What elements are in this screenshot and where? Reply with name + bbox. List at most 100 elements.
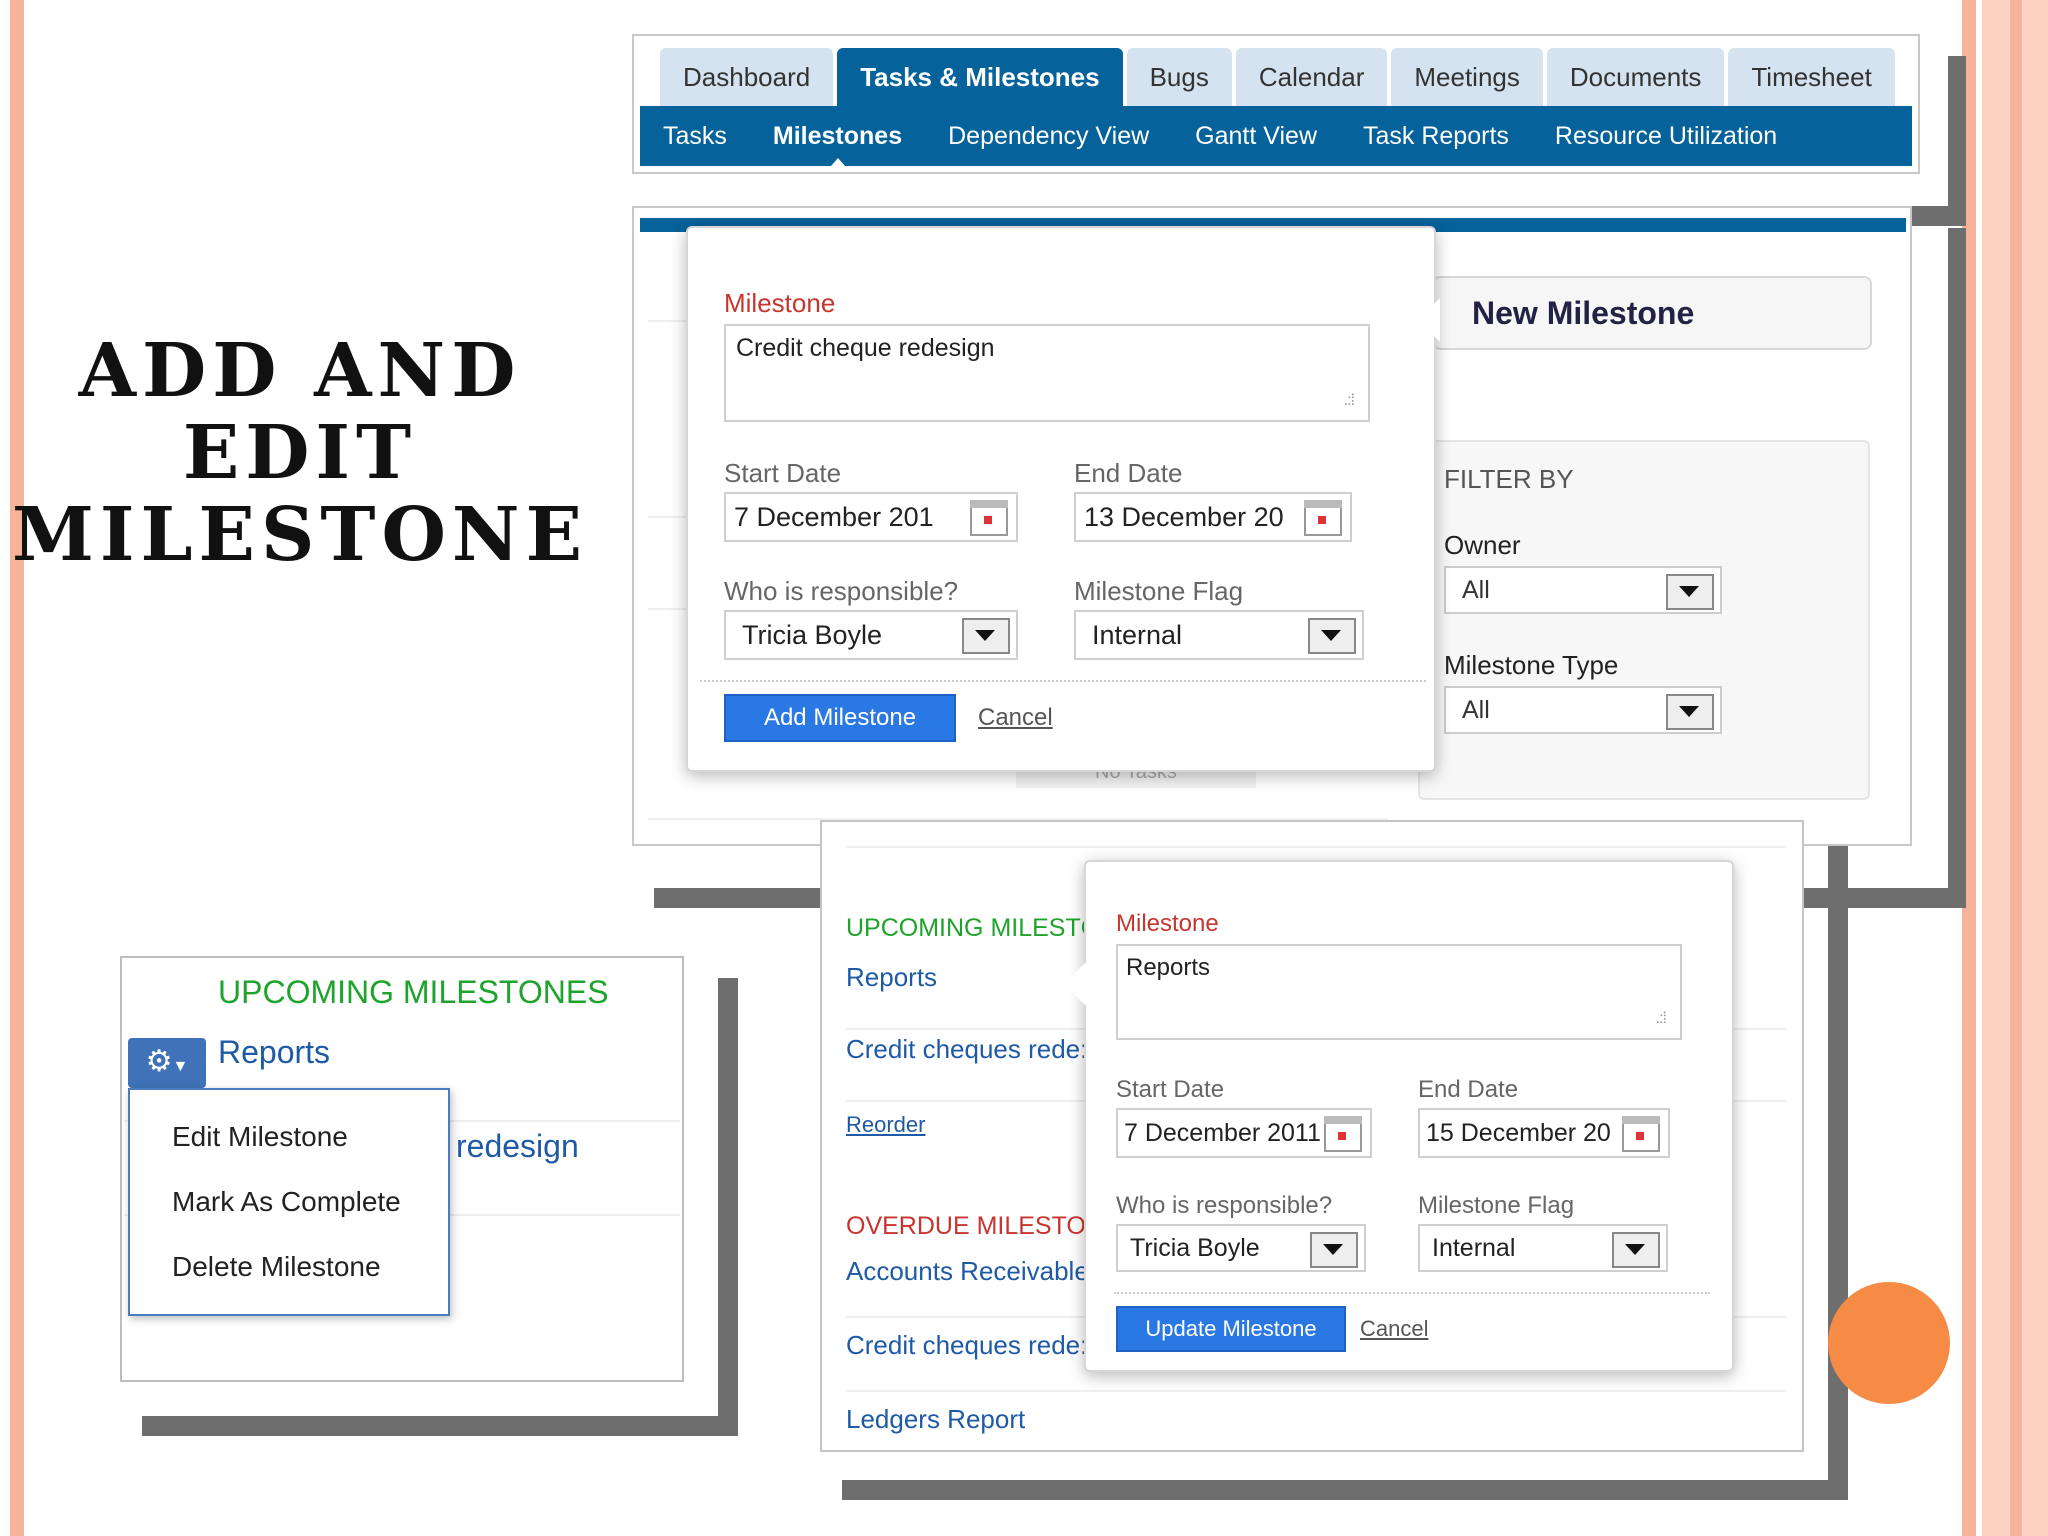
end-date-input[interactable]: 13 December 20: [1074, 492, 1352, 542]
milestone-link-reports[interactable]: Reports: [846, 962, 937, 993]
chevron-down-icon: [1310, 1232, 1358, 1268]
milestone-label: Milestone: [724, 288, 836, 318]
filter-panel: FILTER BY Owner All Milestone Type All: [1418, 440, 1870, 800]
menu-item-mark-as-complete[interactable]: Mark As Complete: [130, 1169, 448, 1234]
form-divider: [700, 680, 1426, 682]
chevron-down-icon: [962, 618, 1010, 654]
owner-label: Owner: [1444, 530, 1521, 560]
start-date-value: 7 December 201: [734, 502, 934, 532]
shadow-tabs-right: [1948, 56, 1966, 226]
start-date-label: Start Date: [724, 458, 842, 488]
slide-title-line-2: EDIT: [182, 410, 418, 496]
cancel-link[interactable]: Cancel: [1360, 1316, 1428, 1342]
tab-bugs[interactable]: Bugs: [1126, 48, 1232, 106]
calendar-icon[interactable]: [970, 500, 1008, 536]
update-milestone-popup: Milestone Reports .:⁞ Start Date 7 Decem…: [1064, 860, 1734, 1372]
milestone-flag-label: Milestone Flag: [1074, 576, 1244, 606]
slide-title-line-3: MILESTONE: [12, 492, 588, 578]
subtab-resource-utilization[interactable]: Resource Utilization: [1532, 106, 1800, 166]
update-milestone-button[interactable]: Update Milestone: [1116, 1306, 1346, 1352]
milestone-name-textarea[interactable]: Reports .:⁞: [1116, 944, 1682, 1040]
responsible-select[interactable]: Tricia Boyle: [1116, 1224, 1366, 1272]
upcoming-milestones-heading: UPCOMING MILESTONES: [218, 974, 609, 1010]
end-date-input[interactable]: 15 December 20: [1418, 1108, 1670, 1158]
milestone-flag-value: Internal: [1092, 620, 1183, 650]
subtab-gantt-view[interactable]: Gantt View: [1172, 106, 1340, 166]
tab-tasks-milestones[interactable]: Tasks & Milestones: [837, 48, 1123, 106]
tab-documents[interactable]: Documents: [1546, 48, 1725, 106]
start-date-input[interactable]: 7 December 2011: [1116, 1108, 1372, 1158]
cancel-link[interactable]: Cancel: [978, 704, 1053, 732]
milestone-type-select[interactable]: All: [1444, 686, 1722, 734]
shadow-card-bottom: [142, 1416, 738, 1436]
subtab-task-reports[interactable]: Task Reports: [1340, 106, 1532, 166]
milestone-link-redesign[interactable]: redesign: [456, 1128, 579, 1165]
resize-grip-icon[interactable]: .:⁞: [1656, 1010, 1667, 1028]
start-date-value: 7 December 2011: [1124, 1119, 1321, 1147]
slide-title: ADD AND EDIT MILESTONE: [0, 330, 600, 576]
slide-right-accent-stripe: [2010, 0, 2022, 1536]
milestone-flag-value: Internal: [1432, 1234, 1516, 1262]
calendar-icon[interactable]: [1304, 500, 1342, 536]
responsible-value: Tricia Boyle: [1130, 1234, 1260, 1262]
overdue-milestones-heading: OVERDUE MILESTO: [846, 1212, 1086, 1240]
milestone-link-reports[interactable]: Reports: [218, 1034, 330, 1071]
responsible-select[interactable]: Tricia Boyle: [724, 610, 1018, 660]
tab-calendar[interactable]: Calendar: [1235, 48, 1388, 106]
milestone-name-textarea[interactable]: Credit cheque redesign .:⁞: [724, 324, 1370, 422]
tabs-screenshot: Dashboard Tasks & Milestones Bugs Calend…: [632, 34, 1920, 174]
chevron-down-icon: [1666, 694, 1714, 730]
start-date-label: Start Date: [1116, 1076, 1225, 1103]
decorative-orange-circle: [1828, 1282, 1950, 1404]
shadow-update-right: [1828, 842, 1848, 1500]
upcoming-milestones-heading: UPCOMING MILESTC: [846, 914, 1099, 942]
responsible-value: Tricia Boyle: [742, 620, 883, 650]
shadow-update-bottom: [842, 1480, 1848, 1500]
milestone-name-value: Credit cheque redesign: [736, 334, 995, 362]
resize-grip-icon[interactable]: .:⁞: [1344, 392, 1355, 410]
tab-meetings[interactable]: Meetings: [1391, 48, 1543, 106]
calendar-icon[interactable]: [1622, 1116, 1660, 1152]
subtab-dependency-view[interactable]: Dependency View: [925, 106, 1172, 166]
main-tab-bar: Dashboard Tasks & Milestones Bugs Calend…: [660, 48, 1895, 106]
menu-item-edit-milestone[interactable]: Edit Milestone: [130, 1104, 448, 1169]
reorder-link[interactable]: Reorder: [846, 1112, 925, 1138]
milestone-name-value: Reports: [1126, 954, 1211, 981]
end-date-value: 13 December 20: [1084, 502, 1284, 532]
subtab-tasks[interactable]: Tasks: [640, 106, 750, 166]
gear-icon: ⚙: [145, 1045, 173, 1078]
start-date-input[interactable]: 7 December 201: [724, 492, 1018, 542]
add-milestone-popup: Milestone Credit cheque redesign .:⁞ Sta…: [686, 226, 1440, 772]
chevron-down-icon: ▼: [172, 1058, 189, 1075]
end-date-value: 15 December 20: [1426, 1119, 1611, 1147]
owner-value: All: [1462, 576, 1490, 604]
filter-title: FILTER BY: [1444, 464, 1574, 494]
responsible-label: Who is responsible?: [1116, 1192, 1333, 1219]
milestone-link-ledgers-report[interactable]: Ledgers Report: [846, 1404, 1025, 1435]
milestone-link-accounts-receivable[interactable]: Accounts Receivable: [846, 1256, 1089, 1287]
add-milestone-button[interactable]: Add Milestone: [724, 694, 956, 742]
subtab-milestones[interactable]: Milestones: [750, 106, 925, 166]
new-milestone-button[interactable]: New Milestone: [1432, 276, 1872, 350]
tab-timesheet[interactable]: Timesheet: [1728, 48, 1895, 106]
tab-dashboard[interactable]: Dashboard: [660, 48, 834, 106]
milestone-label: Milestone: [1116, 910, 1219, 937]
milestone-actions-button[interactable]: ⚙▼: [128, 1038, 206, 1088]
slide-left-accent-bar: [10, 0, 24, 1536]
calendar-icon[interactable]: [1324, 1116, 1362, 1152]
milestone-flag-select[interactable]: Internal: [1074, 610, 1364, 660]
owner-select[interactable]: All: [1444, 566, 1722, 614]
milestone-link-credit-cheques[interactable]: Credit cheques rede:: [846, 1034, 1087, 1065]
shadow-card-right: [718, 978, 738, 1436]
new-milestone-label: New Milestone: [1472, 295, 1695, 331]
slide-title-line-1: ADD AND: [78, 328, 522, 414]
shadow-add-right: [1948, 228, 1966, 908]
popup-caret: [1064, 962, 1086, 1006]
milestone-link-credit-cheques-overdue[interactable]: Credit cheques rede:: [846, 1330, 1087, 1361]
menu-item-delete-milestone[interactable]: Delete Milestone: [130, 1234, 448, 1299]
chevron-down-icon: [1612, 1232, 1660, 1268]
responsible-label: Who is responsible?: [724, 576, 959, 606]
end-date-label: End Date: [1074, 458, 1183, 488]
chevron-down-icon: [1666, 574, 1714, 610]
milestone-flag-select[interactable]: Internal: [1418, 1224, 1668, 1272]
